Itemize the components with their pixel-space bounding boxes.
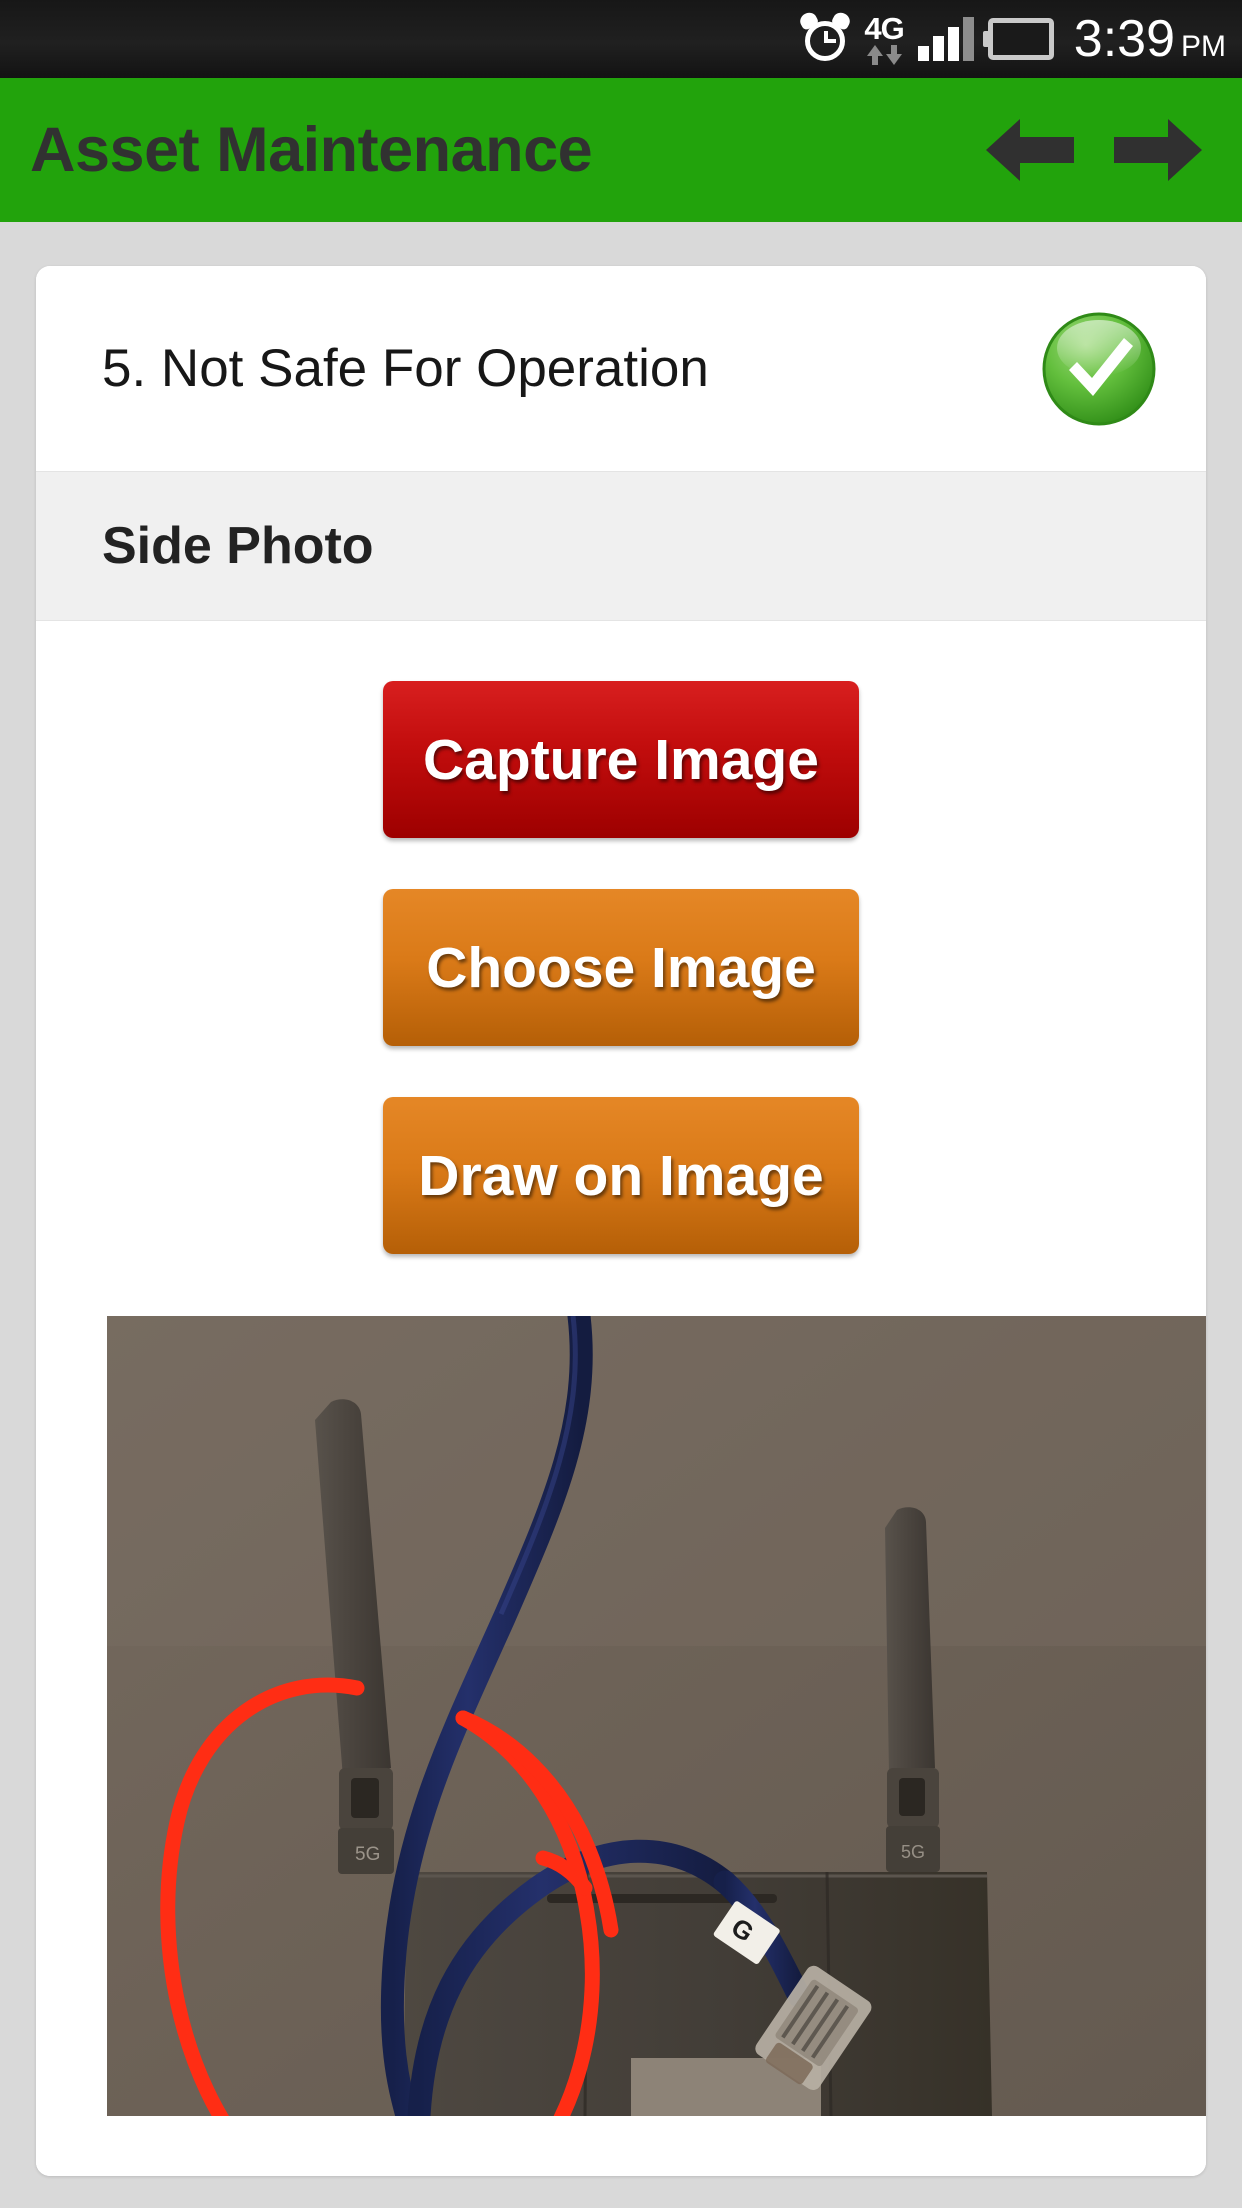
clock: 3:39 PM bbox=[1074, 13, 1226, 65]
asset-photo[interactable]: 5G 5G G bbox=[107, 1316, 1206, 2116]
photo-container: 5G 5G G bbox=[36, 1316, 1206, 2116]
clock-meridiem: PM bbox=[1181, 30, 1226, 63]
section-title: Side Photo bbox=[102, 517, 374, 575]
network-type-indicator: 4G bbox=[864, 10, 905, 65]
image-action-buttons: Capture Image Choose Image Draw on Image bbox=[36, 681, 1206, 1254]
green-check-circle-icon[interactable] bbox=[1040, 310, 1158, 428]
arrow-right-icon[interactable] bbox=[1110, 115, 1206, 185]
alarm-clock-icon bbox=[797, 9, 853, 65]
signal-bars-icon bbox=[917, 17, 974, 61]
data-transfer-arrows-icon bbox=[866, 44, 902, 65]
network-type-label: 4G bbox=[864, 10, 904, 46]
status-bar: 4G 3:39 PM bbox=[0, 0, 1242, 78]
photo-section: Capture Image Choose Image Draw on Image bbox=[36, 621, 1206, 2176]
svg-text:5G: 5G bbox=[901, 1842, 925, 1862]
card-footer-spacer bbox=[36, 2116, 1206, 2176]
section-header: Side Photo bbox=[36, 471, 1206, 621]
asset-check-card: 5. Not Safe For Operation Side Photo Cap… bbox=[36, 266, 1206, 2176]
app-bar: Asset Maintenance bbox=[0, 78, 1242, 222]
battery-icon bbox=[982, 18, 1060, 60]
question-row[interactable]: 5. Not Safe For Operation bbox=[36, 266, 1206, 471]
nav-buttons bbox=[982, 115, 1206, 185]
arrow-left-icon[interactable] bbox=[982, 115, 1078, 185]
clock-time: 3:39 bbox=[1073, 10, 1175, 68]
capture-image-button[interactable]: Capture Image bbox=[383, 681, 859, 838]
page-body: 5. Not Safe For Operation Side Photo Cap… bbox=[0, 222, 1242, 2208]
choose-image-button[interactable]: Choose Image bbox=[383, 889, 859, 1046]
svg-text:5G: 5G bbox=[355, 1844, 380, 1865]
question-label: 5. Not Safe For Operation bbox=[102, 339, 709, 398]
page-title: Asset Maintenance bbox=[30, 115, 593, 185]
draw-on-image-button[interactable]: Draw on Image bbox=[383, 1097, 859, 1254]
